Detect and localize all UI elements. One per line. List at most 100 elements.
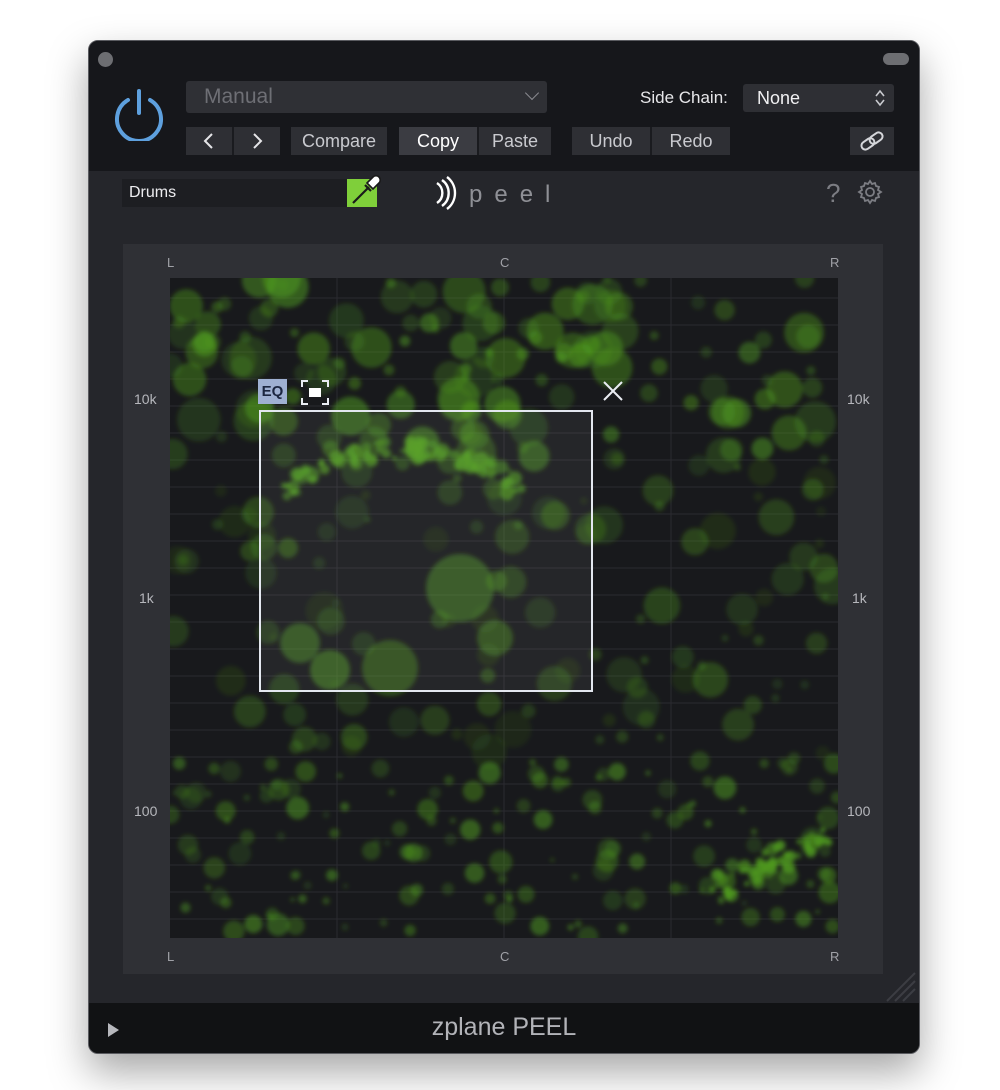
- particle-blob: [223, 920, 245, 938]
- particle-blob: [180, 902, 191, 913]
- particle-blob: [597, 767, 611, 781]
- particle-blob: [441, 882, 454, 896]
- particle-blob: [572, 284, 613, 325]
- focus-icon[interactable]: [300, 379, 330, 406]
- resize-grip-icon[interactable]: [881, 967, 917, 1003]
- stereo-spectrum-display[interactable]: EQ: [170, 278, 838, 938]
- particle-blob: [464, 863, 485, 883]
- particle-blob: [688, 454, 710, 476]
- particle-blob: [725, 858, 740, 873]
- particle-blob: [215, 665, 246, 696]
- particle-blob: [741, 900, 748, 907]
- particle-blob: [216, 431, 227, 443]
- particle-blob: [683, 395, 699, 411]
- particle-blob: [641, 832, 651, 842]
- particle-blob: [173, 757, 186, 770]
- particle-blob: [809, 778, 825, 794]
- particle-blob: [548, 384, 575, 410]
- track-toolbar: Drums peel ?: [89, 171, 919, 215]
- particle-blob: [820, 827, 826, 833]
- next-preset-button[interactable]: [234, 127, 280, 155]
- particle-blob: [671, 646, 694, 668]
- particle-blob: [215, 801, 236, 821]
- help-icon[interactable]: ?: [826, 178, 840, 209]
- particle-blob: [645, 770, 651, 776]
- power-icon[interactable]: [111, 85, 167, 141]
- paste-button[interactable]: Paste: [479, 127, 551, 155]
- particle-blob: [420, 705, 450, 735]
- particle-blob: [814, 539, 825, 549]
- particle-blob: [744, 881, 750, 887]
- particle-blob: [702, 776, 714, 788]
- particle-blob: [170, 616, 189, 647]
- track-name-field[interactable]: Drums: [122, 179, 347, 207]
- close-icon[interactable]: [602, 380, 624, 402]
- particle-blob: [295, 761, 316, 782]
- particle-blob: [825, 919, 838, 934]
- particle-blob: [755, 588, 774, 607]
- particle-blob: [781, 758, 798, 776]
- compare-button[interactable]: Compare: [291, 127, 387, 155]
- particle-blob: [617, 923, 628, 934]
- plugin-window: Manual Side Chain: None Compare Copy Pas…: [88, 40, 920, 1054]
- particle-blob: [462, 305, 499, 342]
- particle-blob: [211, 887, 229, 906]
- window-resize-pill[interactable]: [883, 53, 909, 65]
- link-button[interactable]: [850, 127, 894, 155]
- particle-blob: [603, 448, 625, 470]
- particle-blob: [758, 499, 795, 536]
- particle-blob: [388, 789, 395, 796]
- particle-blob: [292, 726, 317, 752]
- particle-blob: [818, 881, 838, 904]
- particle-blob: [830, 791, 838, 804]
- particle-blob: [388, 707, 419, 737]
- side-chain-select[interactable]: None: [743, 84, 894, 112]
- particle-blob: [796, 839, 802, 844]
- top-left-label: L: [167, 255, 175, 270]
- particle-blob: [700, 346, 712, 358]
- particle-blob: [493, 808, 499, 814]
- particle-blob: [601, 313, 639, 350]
- particle-blob: [805, 632, 828, 654]
- preset-dropdown[interactable]: Manual: [186, 81, 547, 113]
- freq-label-1k-left: 1k: [139, 590, 154, 606]
- particle-blob: [692, 662, 729, 698]
- particle-blob: [731, 889, 738, 896]
- particle-blob: [172, 316, 186, 329]
- color-picker-button[interactable]: [347, 174, 382, 207]
- particle-blob: [322, 897, 330, 905]
- side-chain-value: None: [757, 88, 801, 108]
- particle-blob: [602, 713, 616, 727]
- particle-blob: [761, 866, 774, 879]
- particle-blob: [738, 868, 744, 874]
- particle-blob: [802, 478, 824, 501]
- particle-blob: [175, 785, 189, 799]
- particle-blob: [713, 776, 737, 800]
- particle-blob: [714, 879, 724, 889]
- particle-blob: [603, 890, 623, 911]
- particle-blob: [472, 346, 495, 369]
- updown-chevron-icon: [875, 89, 885, 107]
- eq-tag[interactable]: EQ: [258, 379, 287, 404]
- logo-text: peel: [469, 181, 562, 208]
- particle-blob: [640, 656, 649, 665]
- gear-icon[interactable]: [857, 179, 883, 205]
- eq-selection-box[interactable]: [259, 410, 593, 692]
- peel-logo: peel: [436, 176, 562, 210]
- particle-blob: [177, 554, 189, 566]
- particle-blob: [419, 313, 439, 333]
- brand-label: zplane PEEL: [431, 1013, 577, 1041]
- particle-blob: [603, 426, 620, 443]
- redo-button[interactable]: Redo: [652, 127, 730, 155]
- particle-blob: [208, 762, 220, 775]
- stereo-field-panel: L C R L C R 10k 1k 100 10k 1k 100 EQ: [123, 244, 883, 974]
- previous-preset-button[interactable]: [186, 127, 232, 155]
- top-center-label: C: [500, 255, 510, 270]
- particle-blob: [592, 860, 614, 881]
- window-close-dot[interactable]: [98, 52, 113, 67]
- copy-button[interactable]: Copy: [399, 127, 477, 155]
- undo-button[interactable]: Undo: [572, 127, 650, 155]
- particle-blob: [577, 926, 599, 938]
- particle-blob: [649, 331, 659, 341]
- particle-blob: [739, 807, 746, 814]
